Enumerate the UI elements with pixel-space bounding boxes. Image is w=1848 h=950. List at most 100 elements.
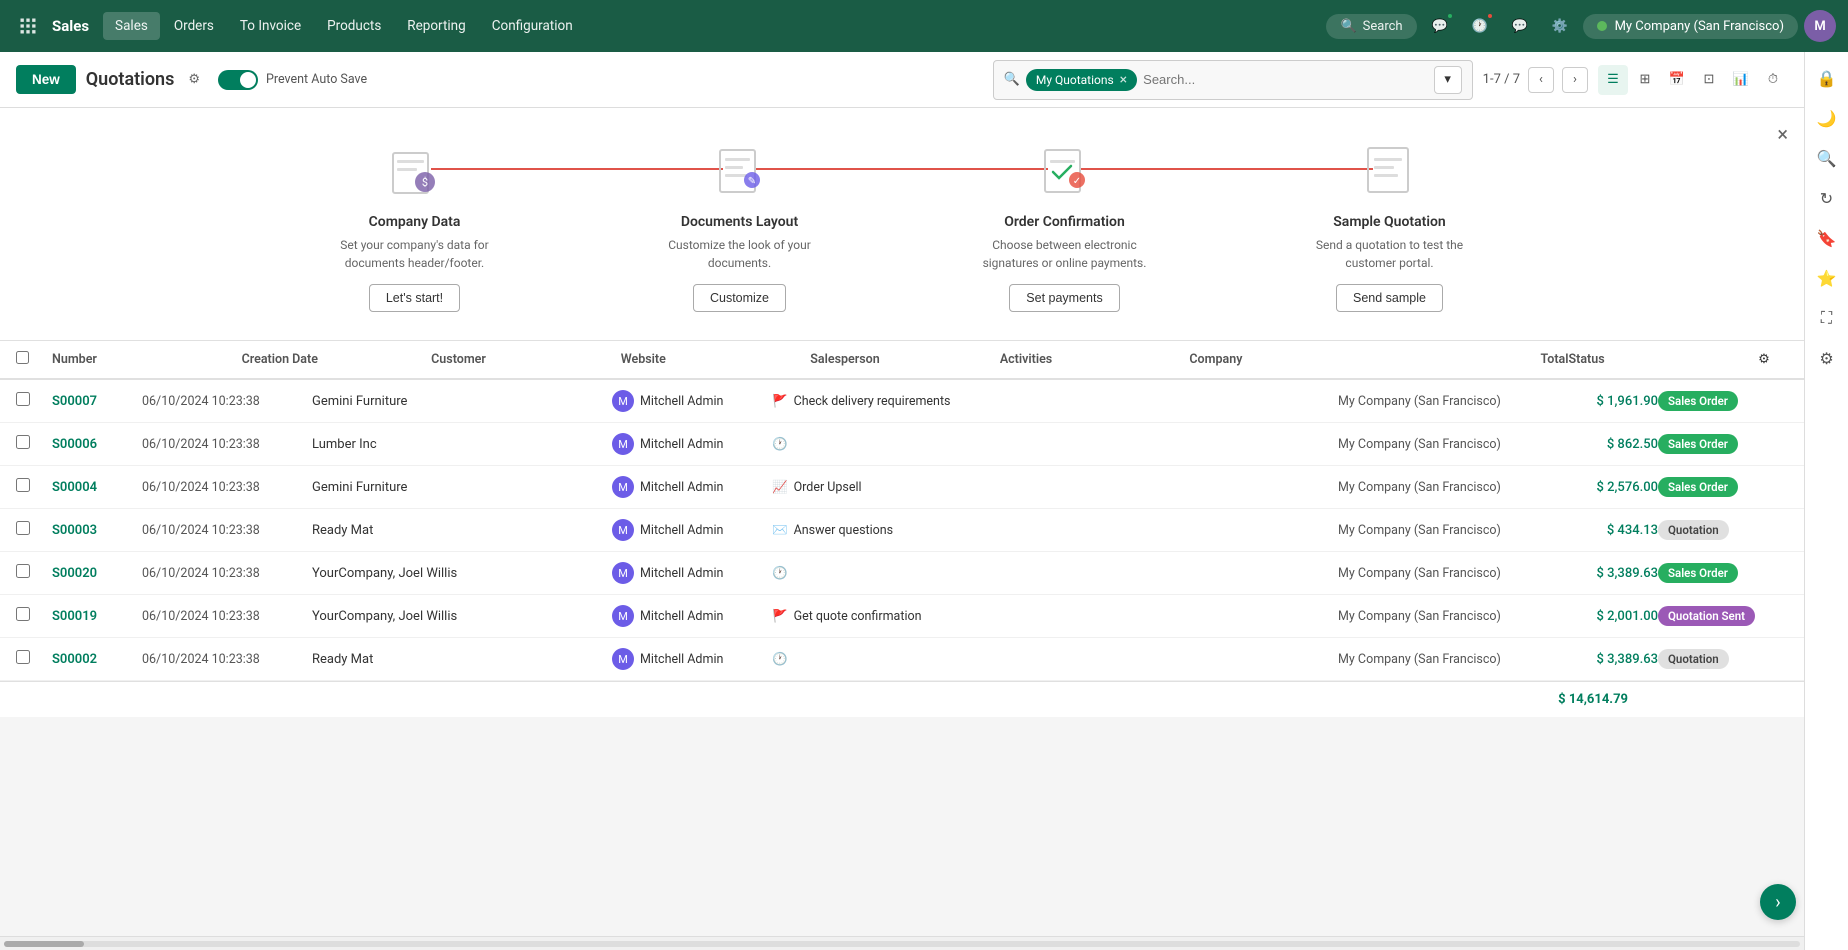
apps-grid-icon[interactable]: [12, 10, 44, 42]
row-checkbox-1[interactable]: [16, 435, 30, 449]
row-salesperson-3: M Mitchell Admin: [612, 519, 772, 541]
table-row[interactable]: S00004 06/10/2024 10:23:38 Gemini Furnit…: [0, 466, 1804, 509]
filter-tag-remove[interactable]: ×: [1120, 72, 1127, 88]
config-button[interactable]: ⚙: [1809, 340, 1845, 376]
kanban-view-button[interactable]: ⊞: [1630, 65, 1660, 95]
refresh-button[interactable]: ↻: [1809, 180, 1845, 216]
documents-layout-icon: ✎: [704, 132, 776, 204]
right-sidebar: 🔒 🌙 🔍 ↻ 🔖 ⭐ ⛶ ⚙: [1804, 52, 1848, 950]
menu-item-orders[interactable]: Orders: [162, 12, 226, 40]
search-label: Search: [1363, 19, 1403, 34]
auto-save-toggle[interactable]: Prevent Auto Save: [218, 70, 367, 90]
floating-next-button[interactable]: ›: [1760, 884, 1796, 920]
page-title: Quotations: [86, 69, 175, 90]
row-activities-0: 🚩 Check delivery requirements: [772, 394, 1338, 409]
message-button[interactable]: 💬: [1503, 9, 1537, 43]
table-row[interactable]: S00006 06/10/2024 10:23:38 Lumber Inc M …: [0, 423, 1804, 466]
pivot-view-button[interactable]: ⊡: [1694, 65, 1724, 95]
col-header-status[interactable]: Status: [1569, 352, 1759, 367]
expand-button[interactable]: ⛶: [1809, 300, 1845, 336]
row-activities-3: ✉️ Answer questions: [772, 523, 1338, 538]
col-header-salesperson[interactable]: Salesperson: [810, 352, 1000, 367]
activity-view-button[interactable]: ⏱: [1758, 65, 1788, 95]
menu-item-configuration[interactable]: Configuration: [480, 12, 585, 40]
company-name: My Company (San Francisco): [1615, 19, 1784, 34]
table-row[interactable]: S00002 06/10/2024 10:23:38 Ready Mat M M…: [0, 638, 1804, 681]
dark-mode-button[interactable]: 🌙: [1809, 100, 1845, 136]
step-2-button[interactable]: Customize: [693, 284, 786, 312]
zoom-button[interactable]: 🔍: [1809, 140, 1845, 176]
page-settings-icon[interactable]: ⚙: [188, 72, 200, 87]
new-button[interactable]: New: [16, 65, 76, 94]
row-company-4: My Company (San Francisco): [1338, 566, 1548, 581]
row-activities-6: 🕐: [772, 652, 1338, 667]
search-input[interactable]: [1143, 72, 1428, 87]
menu-item-products[interactable]: Products: [315, 12, 393, 40]
search-dropdown-button[interactable]: ▾: [1434, 66, 1462, 94]
menu-item-to-invoice[interactable]: To Invoice: [228, 12, 313, 40]
order-confirmation-icon: ✓: [1029, 132, 1101, 204]
scrollbar-thumb[interactable]: [4, 941, 84, 947]
settings-button[interactable]: ⚙️: [1543, 9, 1577, 43]
chat-button[interactable]: 💬: [1423, 9, 1457, 43]
row-status-0: Sales Order: [1658, 391, 1788, 411]
row-checkbox-2[interactable]: [16, 478, 30, 492]
row-activities-2: 📈 Order Upsell: [772, 480, 1338, 495]
activity-text-3: Answer questions: [794, 523, 894, 538]
col-header-website[interactable]: Website: [621, 352, 811, 367]
user-avatar[interactable]: M: [1804, 10, 1836, 42]
company-status-dot: [1597, 21, 1607, 31]
row-checkbox-6[interactable]: [16, 650, 30, 664]
table-row[interactable]: S00003 06/10/2024 10:23:38 Ready Mat M M…: [0, 509, 1804, 552]
table-row[interactable]: S00007 06/10/2024 10:23:38 Gemini Furnit…: [0, 380, 1804, 423]
search-bar-icon: 🔍: [1004, 72, 1020, 87]
row-status-5: Quotation Sent: [1658, 606, 1788, 626]
row-salesperson-4: M Mitchell Admin: [612, 562, 772, 584]
row-checkbox-4[interactable]: [16, 564, 30, 578]
row-checkbox-3[interactable]: [16, 521, 30, 535]
menu-item-reporting[interactable]: Reporting: [395, 12, 477, 40]
step-3-button[interactable]: Set payments: [1009, 284, 1119, 312]
step-2-title: Documents Layout: [681, 214, 798, 230]
step-1-button[interactable]: Let's start!: [369, 284, 460, 312]
step-4-button[interactable]: Send sample: [1336, 284, 1443, 312]
clock-button[interactable]: 🕐: [1463, 9, 1497, 43]
pager-prev-button[interactable]: ‹: [1528, 67, 1554, 93]
row-total-6: $ 3,389.63: [1548, 652, 1658, 667]
search-icon: 🔍: [1340, 19, 1356, 34]
col-header-company[interactable]: Company: [1189, 352, 1379, 367]
row-checkbox-5[interactable]: [16, 607, 30, 621]
favorite-button[interactable]: ⭐: [1809, 260, 1845, 296]
calendar-view-button[interactable]: 📅: [1662, 65, 1692, 95]
bookmark-button[interactable]: 🔖: [1809, 220, 1845, 256]
select-all-checkbox[interactable]: [16, 351, 29, 364]
salesperson-avatar-5: M: [612, 605, 634, 627]
col-header-number[interactable]: Number: [52, 352, 242, 367]
col-header-customer[interactable]: Customer: [431, 352, 621, 367]
row-checkbox-0[interactable]: [16, 392, 30, 406]
row-status-3: Quotation: [1658, 520, 1788, 540]
lock-button[interactable]: 🔒: [1809, 60, 1845, 96]
horizontal-scrollbar[interactable]: [0, 936, 1804, 950]
quotations-table: Number Creation Date Customer Website Sa…: [0, 341, 1804, 717]
col-header-activities[interactable]: Activities: [1000, 352, 1190, 367]
row-total-1: $ 862.50: [1548, 437, 1658, 452]
pager-next-button[interactable]: ›: [1562, 67, 1588, 93]
search-button[interactable]: 🔍 Search: [1326, 14, 1416, 39]
toggle-switch[interactable]: [218, 70, 258, 90]
filter-tag-my-quotations[interactable]: My Quotations ×: [1026, 69, 1137, 91]
col-header-total[interactable]: Total: [1379, 352, 1569, 367]
col-header-date[interactable]: Creation Date: [242, 352, 432, 367]
graph-view-button[interactable]: 📊: [1726, 65, 1756, 95]
row-total-4: $ 3,389.63: [1548, 566, 1658, 581]
status-badge-2: Sales Order: [1658, 477, 1738, 497]
table-row[interactable]: S00020 06/10/2024 10:23:38 YourCompany, …: [0, 552, 1804, 595]
onboarding-close-button[interactable]: ×: [1777, 122, 1788, 146]
row-status-4: Sales Order: [1658, 563, 1788, 583]
company-selector[interactable]: My Company (San Francisco): [1583, 14, 1798, 39]
col-header-settings[interactable]: ⚙: [1758, 352, 1788, 367]
menu-item-sales[interactable]: Sales: [103, 12, 160, 40]
row-salesperson-2: M Mitchell Admin: [612, 476, 772, 498]
list-view-button[interactable]: ☰: [1598, 65, 1628, 95]
table-row[interactable]: S00019 06/10/2024 10:23:38 YourCompany, …: [0, 595, 1804, 638]
